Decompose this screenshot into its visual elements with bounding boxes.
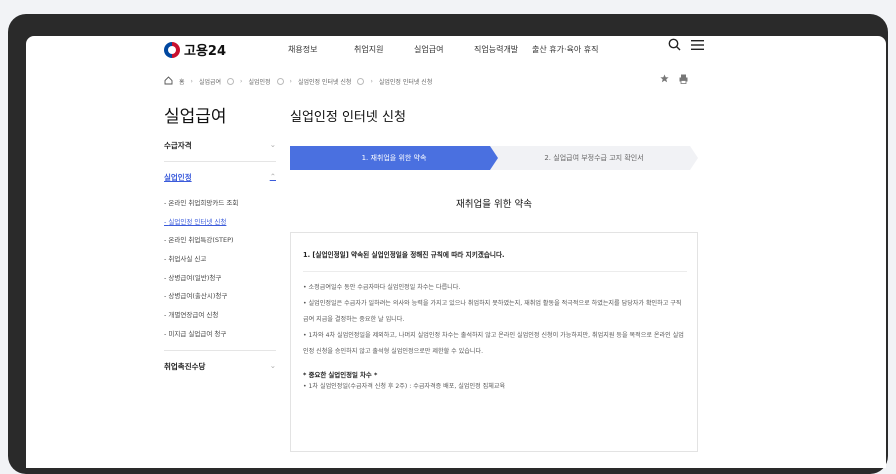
breadcrumb-item[interactable]: 실업급여 (199, 77, 221, 86)
breadcrumb-actions (660, 74, 688, 87)
chevron-right-icon: › (370, 78, 373, 85)
important-item: • 1차 실업인정일(수급자격 신청 후 2주) : 수급자격증 배포, 실업인… (303, 383, 506, 390)
sidebar-section-label: 실업인정 (164, 173, 192, 182)
header-utilities (668, 38, 704, 55)
star-icon[interactable] (660, 74, 669, 87)
nav-item-employment-support[interactable]: 취업지원 (354, 44, 414, 55)
nav-item-unemployment-benefit[interactable]: 실업급여 (414, 44, 474, 55)
sidebar-section-eligibility[interactable]: 수급자격 ⌄ (164, 140, 276, 162)
notice-box: 1. [실업인정일] 약속된 실업인정일을 정해진 규칙에 따라 지키겠습니다.… (290, 232, 698, 452)
chevron-right-icon: › (190, 78, 193, 85)
breadcrumb-item[interactable]: 실업인정 인터넷 신청 (298, 77, 352, 86)
sidebar-subitem[interactable]: - 미지급 실업급여 청구 (164, 328, 276, 347)
sidebar-subitem[interactable]: - 온라인 취업희망카드 조회 (164, 197, 276, 216)
section-heading: 재취업을 위한 약속 (456, 199, 532, 210)
sidebar-subitem[interactable]: - 개별연장급여 신청 (164, 309, 276, 328)
logo-text: 고용24 (184, 44, 227, 59)
site-logo[interactable]: 고용24 (164, 40, 226, 59)
nav-item-vocational-training[interactable]: 직업능력개발 (474, 44, 532, 55)
breadcrumb-item[interactable]: 실업인정 (248, 77, 270, 86)
step-1-active: 1. 재취업을 위한 약속 (290, 146, 498, 170)
dropdown-circle-icon[interactable] (227, 78, 235, 85)
sidebar-section-promotion-allowance[interactable]: 취업촉진수당 ⌄ (164, 361, 276, 382)
home-icon[interactable] (164, 76, 173, 87)
notice-bullet: • 1차와 4차 실업인정일을 제외하고, 나머지 실업인정 차수는 출석하지 … (303, 332, 684, 355)
nav-item-jobs[interactable]: 채용정보 (288, 44, 354, 55)
step-indicator: 2. 실업급여 부정수급 고지 확인서 1. 재취업을 위한 약속 (290, 146, 698, 170)
hamburger-menu-icon[interactable] (691, 39, 704, 55)
chevron-down-icon: ⌄ (269, 360, 276, 370)
chevron-right-icon: › (289, 78, 292, 85)
important-title: * 중요한 실업인정일 차수 * (303, 371, 378, 379)
sidebar-section-label: 취업촉진수당 (164, 361, 206, 371)
sidebar-divider (164, 347, 276, 351)
print-icon[interactable] (679, 74, 688, 87)
divider (303, 271, 687, 272)
step-2: 2. 실업급여 부정수급 고지 확인서 (490, 146, 698, 170)
nav-item-maternity-leave[interactable]: 출산 휴가·육아 휴직 (532, 44, 599, 55)
search-icon[interactable] (668, 38, 681, 55)
sidebar-subitem[interactable]: - 상병급여(출산시)청구 (164, 290, 276, 309)
breadcrumb: 홈 › 실업급여 › 실업인정 › 실업인정 인터넷 신청 › 실업인정 인터넷… (164, 76, 432, 87)
sidebar-subitem[interactable]: - 취업사실 신고 (164, 253, 276, 272)
global-nav: 채용정보 취업지원 실업급여 직업능력개발 출산 휴가·육아 휴직 (288, 44, 599, 55)
sidebar-subitem-selected[interactable]: - 실업인정 인터넷 신청 (164, 216, 276, 235)
dropdown-circle-icon[interactable] (357, 78, 365, 85)
dropdown-circle-icon[interactable] (276, 78, 284, 85)
notice-bullet: • 소정급여일수 동안 수급자마다 실업인정일 차수는 다릅니다. (303, 284, 461, 291)
notice-bullet: • 실업인정일은 수급자가 일하려는 의사와 능력을 가지고 있으나 취업하지 … (303, 300, 682, 323)
notice-heading: 1. [실업인정일] 약속된 실업인정일을 정해진 규칙에 따라 지키겠습니다. (303, 251, 505, 259)
sidebar-menu: 수급자격 ⌄ 실업인정 ⌃ - 온라인 취업희망카드 조회 - 실업인정 인터넷… (164, 140, 276, 392)
taegeuk-logo-icon (164, 41, 180, 58)
chevron-up-icon: ⌃ (269, 172, 276, 181)
page-title: 실업인정 인터넷 신청 (290, 110, 406, 125)
sidebar-subitem[interactable]: - 온라인 취업특강(STEP) (164, 234, 276, 253)
breadcrumb-home[interactable]: 홈 (179, 77, 185, 86)
sidebar-subitem[interactable]: - 상병급여(일반)청구 (164, 272, 276, 291)
chevron-right-icon: › (240, 78, 243, 85)
breadcrumb-item-current: 실업인정 인터넷 신청 (378, 79, 433, 86)
sidebar-section-label: 수급자격 (164, 141, 192, 150)
chevron-down-icon: ⌄ (269, 140, 276, 149)
sidebar-section-certification[interactable]: 실업인정 ⌃ (164, 172, 276, 193)
sidebar-title: 실업급여 (164, 107, 227, 127)
